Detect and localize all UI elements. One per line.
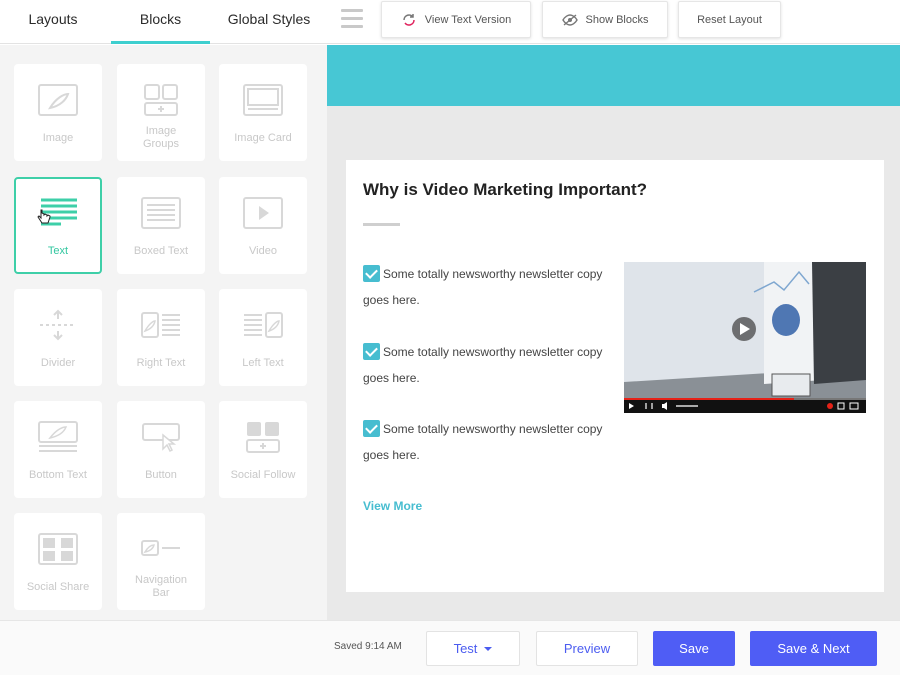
block-label: Navigation Bar <box>135 574 187 599</box>
block-label: Social Share <box>26 581 90 593</box>
preview-button[interactable]: Preview <box>536 631 638 666</box>
block-label: Video <box>249 245 277 257</box>
block-label: Button <box>145 469 177 481</box>
block-label: Right Text <box>136 357 186 369</box>
save-and-next-label: Save & Next <box>777 641 850 656</box>
block-label: Image Groups <box>142 125 180 150</box>
bottom-bar: Saved 9:14 AM Test Preview Save Save & N… <box>0 620 900 675</box>
block-label: Bottom Text <box>29 469 87 481</box>
list-item-text: Some totally newsworthy newsletter copy … <box>363 267 603 307</box>
block-label: Social Follow <box>230 469 296 481</box>
menu-icon[interactable] <box>341 9 363 29</box>
block-button[interactable]: Button <box>117 401 205 498</box>
refresh-icon <box>403 13 415 26</box>
block-social-share[interactable]: Social Share <box>14 513 102 610</box>
show-blocks-button[interactable]: Show Blocks <box>542 1 668 38</box>
laptop-image <box>624 262 866 413</box>
header-band[interactable] <box>327 45 900 106</box>
tab-global-styles[interactable]: Global Styles <box>214 0 324 44</box>
social-share-icon <box>38 533 78 565</box>
block-social-follow[interactable]: Social Follow <box>219 401 307 498</box>
test-dropdown-button[interactable]: Test <box>426 631 520 666</box>
saved-status: Saved 9:14 AM <box>334 641 402 652</box>
save-label: Save <box>679 641 709 656</box>
left-text-icon <box>244 312 283 338</box>
block-label: Divider <box>40 357 76 369</box>
view-more-link[interactable]: View More <box>363 499 422 513</box>
blocks-sidebar: Image Image Groups Image Card Text Boxed… <box>0 45 327 620</box>
checkbox-icon <box>363 265 380 282</box>
list-item-text: Some totally newsworthy newsletter copy … <box>363 422 603 462</box>
list-item-text: Some totally newsworthy newsletter copy … <box>363 345 603 385</box>
navigation-bar-icon <box>141 540 180 556</box>
list-item[interactable]: Some totally newsworthy newsletter copy … <box>363 261 603 313</box>
block-image-groups[interactable]: Image Groups <box>117 64 205 161</box>
preview-label: Preview <box>563 641 611 656</box>
chevron-down-icon <box>484 646 493 651</box>
image-card-icon <box>243 84 283 116</box>
test-label: Test <box>453 641 478 656</box>
block-image[interactable]: Image <box>14 64 102 161</box>
block-video[interactable]: Video <box>219 177 307 274</box>
boxed-text-icon <box>141 197 181 229</box>
block-label: Boxed Text <box>133 245 189 257</box>
block-image-card[interactable]: Image Card <box>219 64 307 161</box>
block-navigation-bar[interactable]: Navigation Bar <box>117 513 205 610</box>
social-follow-icon <box>246 422 280 453</box>
video-icon <box>243 197 283 229</box>
hand-cursor-icon <box>37 209 51 224</box>
reset-layout-button[interactable]: Reset Layout <box>678 1 781 38</box>
save-button[interactable]: Save <box>653 631 735 666</box>
email-canvas: Why is Video Marketing Important? Some t… <box>327 45 900 620</box>
block-divider[interactable]: Divider <box>14 289 102 386</box>
image-icon <box>38 84 78 116</box>
divider-icon <box>40 309 76 341</box>
list-item[interactable]: Some totally newsworthy newsletter copy … <box>363 339 603 391</box>
content-heading[interactable]: Why is Video Marketing Important? <box>363 180 647 200</box>
heading-divider <box>363 223 400 226</box>
block-label: Image <box>42 132 74 144</box>
eye-slash-icon <box>561 13 578 26</box>
block-bottom-text[interactable]: Bottom Text <box>14 401 102 498</box>
block-left-text[interactable]: Left Text <box>219 289 307 386</box>
content-block[interactable]: Why is Video Marketing Important? Some t… <box>346 160 884 592</box>
checkbox-icon <box>363 420 380 437</box>
tab-blocks[interactable]: Blocks <box>111 0 210 44</box>
top-bar: Layouts Blocks Global Styles View Text V… <box>0 0 900 44</box>
checkbox-icon <box>363 343 380 360</box>
right-text-icon <box>141 312 180 338</box>
bottom-text-icon <box>38 421 78 452</box>
reset-layout-label: Reset Layout <box>697 13 762 26</box>
block-text[interactable]: Text <box>14 177 102 274</box>
block-boxed-text[interactable]: Boxed Text <box>117 177 205 274</box>
list-item[interactable]: Some totally newsworthy newsletter copy … <box>363 416 603 468</box>
image-groups-icon <box>144 84 178 116</box>
view-text-version-label: View Text Version <box>424 13 512 26</box>
block-label: Text <box>47 245 69 257</box>
button-icon <box>142 423 180 453</box>
video-thumbnail[interactable] <box>624 262 866 413</box>
show-blocks-label: Show Blocks <box>585 13 649 26</box>
view-text-version-button[interactable]: View Text Version <box>381 1 531 38</box>
block-right-text[interactable]: Right Text <box>117 289 205 386</box>
block-label: Left Text <box>242 357 284 369</box>
tab-layouts[interactable]: Layouts <box>0 0 106 44</box>
block-label: Image Card <box>234 132 292 144</box>
save-and-next-button[interactable]: Save & Next <box>750 631 877 666</box>
